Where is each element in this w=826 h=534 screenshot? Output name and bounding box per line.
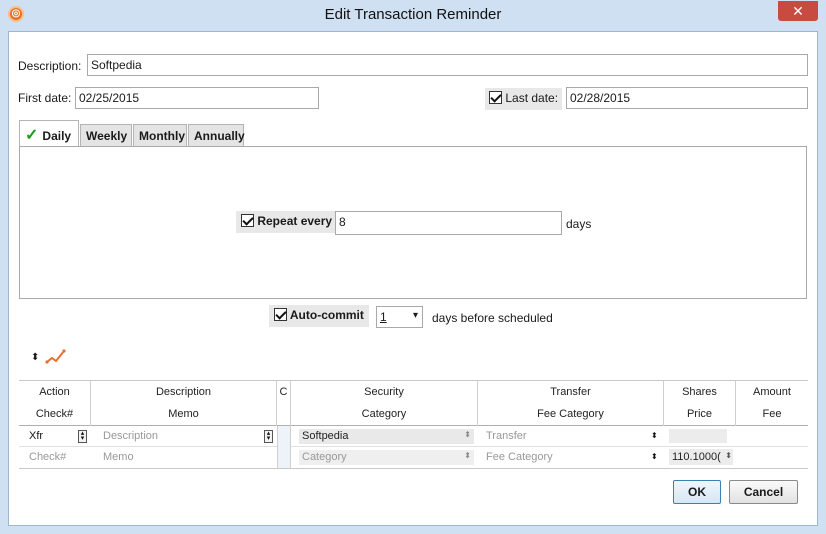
table-row: Xfr ▴ ▾ Description ▴ ▾ Softpedia ⬍ Transf… [19, 426, 808, 469]
title-bar: ◎ Edit Transaction Reminder ✕ [0, 0, 826, 31]
col-amount-label: Amount [753, 386, 791, 398]
first-date-input[interactable]: 02/25/2015 [75, 87, 319, 109]
sort-arrows-icon[interactable]: ⬍ [31, 352, 39, 363]
close-button[interactable]: ✕ [778, 1, 818, 21]
fee-category-cell[interactable]: Fee Category [480, 447, 640, 468]
col-security[interactable]: Security Category [291, 381, 478, 426]
cancel-button[interactable]: Cancel [729, 480, 798, 504]
tab-monthly[interactable]: Monthly [133, 124, 187, 146]
col-fee-category-label: Fee Category [537, 408, 604, 420]
category-placeholder: Category [302, 451, 347, 463]
col-amount[interactable]: Amount Fee [736, 381, 808, 426]
description-spinner[interactable]: ▴ ▾ [264, 430, 273, 443]
transfer-cell[interactable]: Transfer [480, 426, 640, 447]
col-cleared-sub [277, 403, 290, 425]
auto-commit-suffix: days before scheduled [432, 311, 553, 325]
auto-commit-days-value: 1 [380, 310, 387, 324]
tab-annually[interactable]: Annually [188, 124, 245, 146]
transaction-grid-header: Action Check# Description Memo C Securit… [19, 380, 808, 426]
price-spinner-icon: ⬍ [725, 451, 732, 460]
first-date-label: First date: [18, 91, 72, 105]
price-field[interactable]: 110.1000( ⬍ [669, 449, 733, 465]
repeat-every-input[interactable]: 8 [335, 211, 562, 235]
auto-commit-label: Auto-commit [289, 308, 364, 322]
col-cleared-label: C [279, 386, 288, 398]
category-spinner-icon: ⬍ [464, 451, 471, 460]
col-check-label: Check# [35, 408, 74, 420]
col-shares-label: Shares [682, 386, 717, 398]
repeat-every-label: Repeat every [257, 214, 333, 228]
category-field[interactable]: Category ⬍ [299, 450, 474, 465]
tab-daily[interactable]: ✓ Daily [19, 120, 79, 146]
checkmark-icon: ✓ [25, 127, 39, 144]
memo-cell[interactable]: Memo [97, 447, 267, 468]
col-transfer-label: Transfer [550, 386, 591, 398]
col-shares[interactable]: Shares Price [664, 381, 736, 426]
auto-commit-checkbox[interactable] [274, 308, 287, 321]
daily-panel: Repeat every 8 days [19, 146, 807, 299]
col-action-label: Action [39, 386, 70, 398]
security-field[interactable]: Softpedia ⬍ [299, 429, 474, 444]
last-date-checkbox[interactable] [489, 91, 502, 104]
repeat-every-checkbox[interactable] [241, 214, 254, 227]
col-description[interactable]: Description Memo [91, 381, 277, 426]
table-row: Check# Memo Category ⬍ Fee Category ⬍ 11… [19, 447, 808, 469]
repeat-every-toggle[interactable]: Repeat every [236, 211, 338, 233]
chart-line-icon[interactable] [45, 348, 67, 366]
col-action[interactable]: Action Check# [19, 381, 91, 426]
col-transfer[interactable]: Transfer Fee Category [478, 381, 664, 426]
tab-weekly[interactable]: Weekly [80, 124, 132, 146]
tab-daily-label: Daily [42, 129, 72, 143]
col-fee-label: Fee [762, 408, 782, 420]
last-date-label: Last date: [505, 91, 559, 105]
col-category-label: Category [361, 408, 407, 420]
description-cell[interactable]: Description [97, 426, 257, 447]
ok-button[interactable]: OK [673, 480, 721, 504]
security-value: Softpedia [302, 430, 349, 442]
action-cell[interactable]: Xfr [23, 426, 73, 447]
transfer-spinner-icon[interactable]: ⬍ [651, 431, 658, 440]
description-input[interactable]: Softpedia [87, 54, 808, 76]
last-date-toggle[interactable]: Last date: [485, 88, 563, 110]
auto-commit-days-select[interactable]: 1 ▾ [376, 306, 423, 328]
description-label: Description: [18, 59, 82, 73]
col-security-label: Security [364, 386, 404, 398]
dialog-body: Description: Softpedia First date: 02/25… [8, 31, 818, 526]
window-title: Edit Transaction Reminder [324, 6, 502, 23]
repeat-unit-label: days [566, 217, 592, 231]
last-date-input[interactable]: 02/28/2015 [566, 87, 808, 109]
security-spinner-icon: ⬍ [464, 430, 471, 439]
col-price-label: Price [686, 408, 713, 420]
fee-category-spinner-icon[interactable]: ⬍ [651, 452, 658, 461]
col-memo-label: Memo [168, 408, 199, 420]
auto-commit-toggle[interactable]: Auto-commit [269, 305, 369, 327]
col-description-label: Description [155, 386, 212, 398]
check-number-cell[interactable]: Check# [23, 447, 89, 468]
frequency-tabs: ✓ Daily Weekly Monthly Annually [19, 120, 807, 146]
price-value: 110.1000( [672, 451, 721, 463]
shares-field[interactable] [669, 429, 727, 443]
col-cleared[interactable]: C [277, 381, 291, 426]
chevron-down-icon: ▾ [412, 310, 418, 321]
action-spinner[interactable]: ▴ ▾ [78, 430, 87, 443]
